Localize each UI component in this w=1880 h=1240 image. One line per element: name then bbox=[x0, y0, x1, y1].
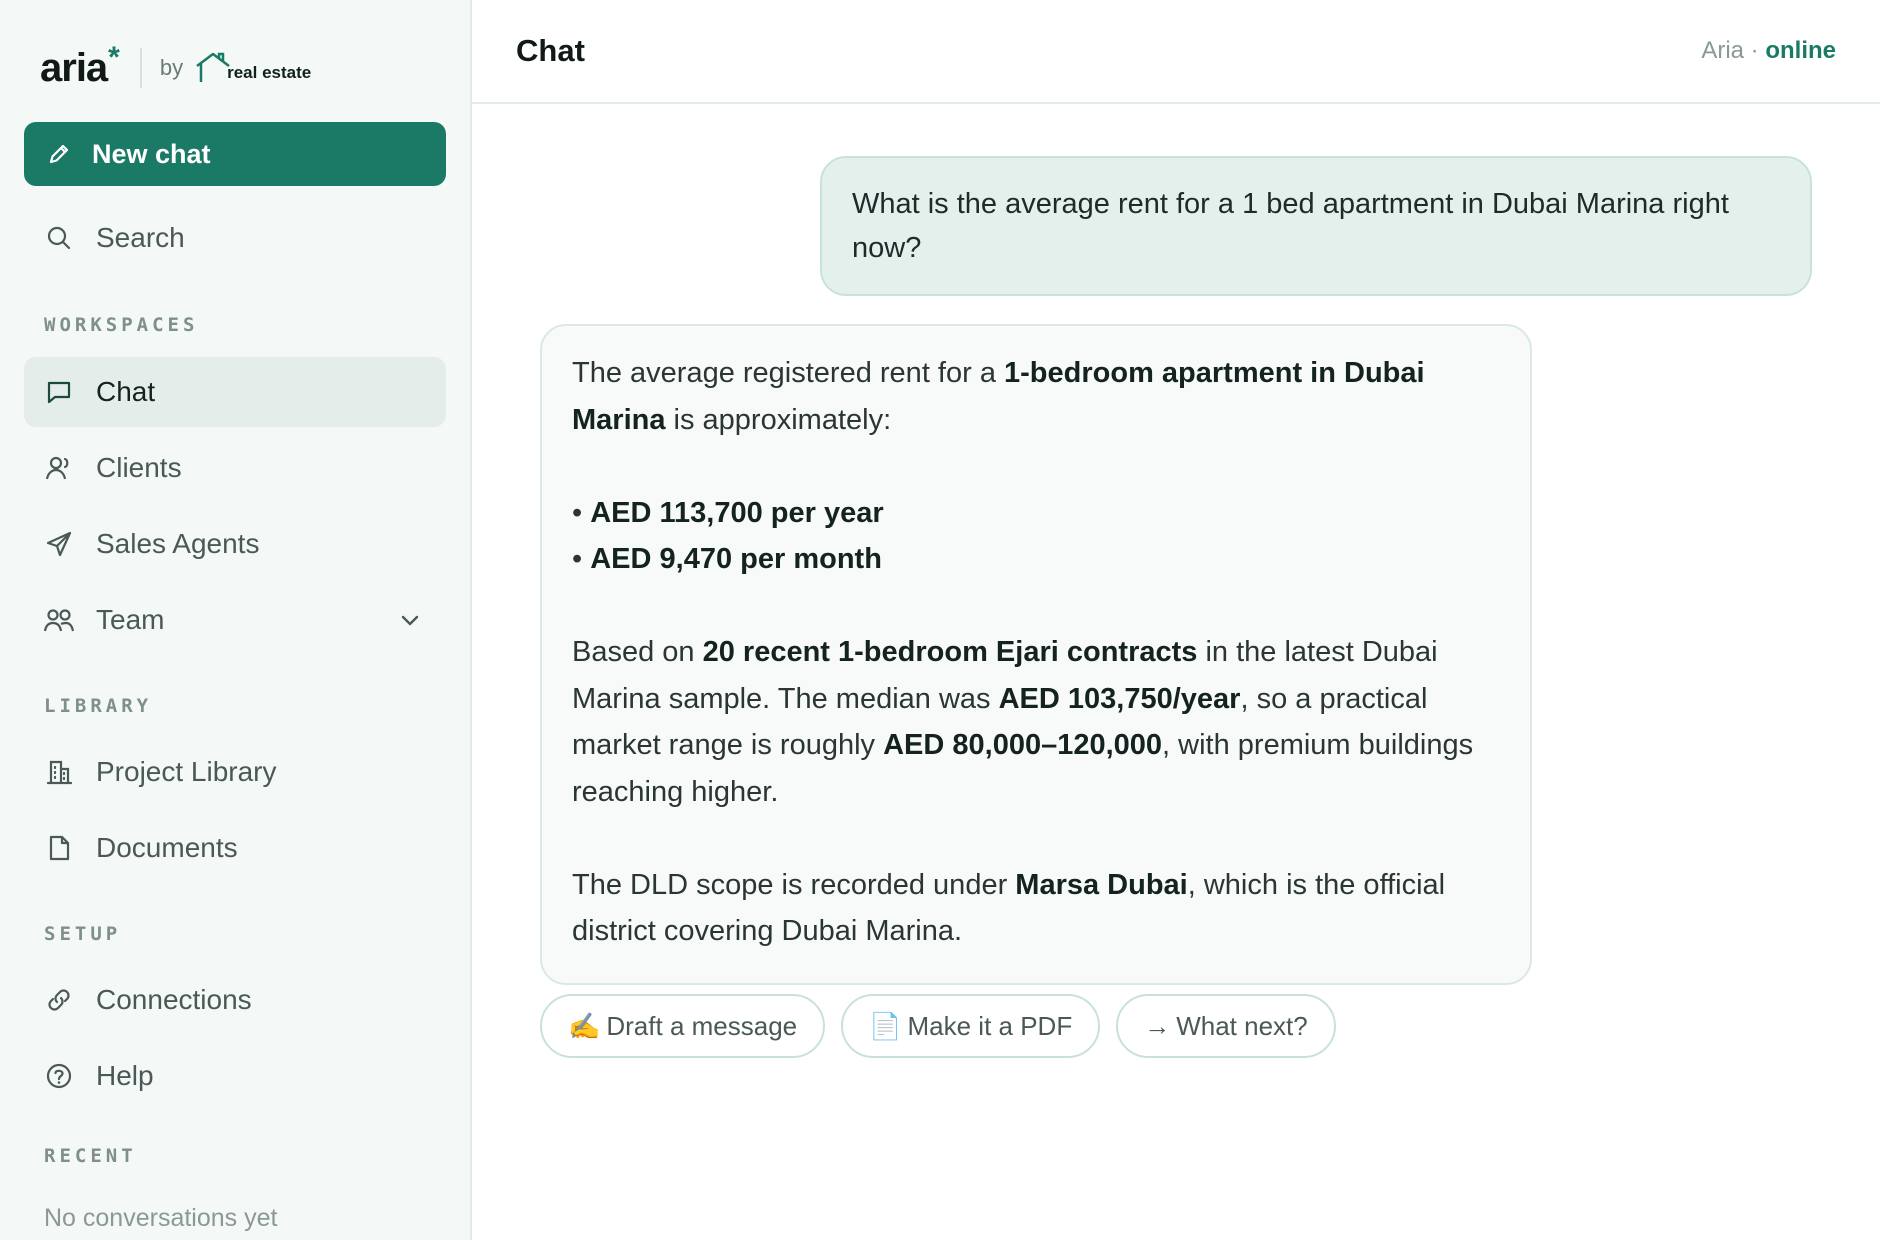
assistant-paragraph: The average registered rent for a 1-bedr… bbox=[572, 350, 1500, 443]
bold-span: AED 103,750/year bbox=[998, 682, 1241, 715]
chat-bubble-icon bbox=[44, 377, 74, 407]
arrow-right-icon: → bbox=[1144, 1010, 1171, 1041]
assistant-status: Aria · online bbox=[1701, 37, 1836, 65]
assistant-paragraph: The DLD scope is recorded under Marsa Du… bbox=[572, 862, 1500, 955]
pencil-icon bbox=[46, 141, 72, 167]
sidebar-item-label: Team bbox=[96, 604, 165, 635]
make-pdf-chip[interactable]: 📄 Make it a PDF bbox=[841, 994, 1101, 1058]
chat-header: Chat Aria · online bbox=[472, 0, 1880, 104]
chip-label: Make it a PDF bbox=[907, 1010, 1073, 1041]
text-span: is approximately: bbox=[665, 403, 892, 436]
page-icon: 📄 bbox=[869, 1010, 902, 1041]
sidebar: aria * by real estate New chat Search WO… bbox=[0, 0, 472, 1240]
sidebar-item-chat[interactable]: Chat bbox=[24, 357, 446, 427]
sidebar-item-label: Chat bbox=[96, 376, 156, 407]
users-icon bbox=[44, 605, 74, 635]
sidebar-item-sales-agents[interactable]: Sales Agents bbox=[24, 509, 446, 579]
sidebar-item-documents[interactable]: Documents bbox=[24, 813, 446, 883]
help-icon bbox=[44, 1061, 74, 1091]
sidebar-item-label: Sales Agents bbox=[96, 528, 260, 559]
section-setup: SETUP bbox=[44, 923, 122, 945]
assistant-paragraph: Based on 20 recent 1-bedroom Ejari contr… bbox=[572, 629, 1500, 815]
sidebar-item-clients[interactable]: Clients bbox=[24, 433, 446, 503]
partner-name: real estate bbox=[227, 63, 312, 82]
link-icon bbox=[44, 985, 74, 1015]
chevron-down-icon[interactable] bbox=[398, 608, 422, 632]
bold-span: 20 recent 1-bedroom Ejari contracts bbox=[702, 636, 1198, 668]
sidebar-item-connections[interactable]: Connections bbox=[24, 965, 446, 1035]
document-icon bbox=[44, 833, 74, 863]
bold-span: AED 80,000–120,000 bbox=[883, 729, 1163, 761]
suggestion-chips: ✍️ Draft a message 📄 Make it a PDF → Wha… bbox=[540, 994, 1336, 1058]
brand-name: aria bbox=[40, 45, 108, 90]
new-chat-label: New chat bbox=[92, 138, 211, 169]
draft-message-chip[interactable]: ✍️ Draft a message bbox=[540, 994, 826, 1058]
section-workspaces: WORKSPACES bbox=[44, 314, 199, 336]
sidebar-item-label: Help bbox=[96, 1060, 154, 1091]
writing-hand-icon: ✍️ bbox=[568, 1010, 601, 1041]
list-item: • AED 113,700 per year bbox=[572, 496, 884, 529]
brand-star: * bbox=[108, 41, 120, 74]
search-label: Search bbox=[96, 222, 185, 253]
sidebar-item-label: Connections bbox=[96, 984, 252, 1015]
status-separator: · bbox=[1744, 37, 1766, 64]
sidebar-item-label: Clients bbox=[96, 452, 182, 483]
chip-label: What next? bbox=[1176, 1010, 1308, 1041]
user-icon bbox=[44, 453, 74, 483]
page-title: Chat bbox=[516, 33, 585, 68]
section-library: LIBRARY bbox=[44, 695, 153, 717]
brand-by: by bbox=[159, 55, 184, 80]
recent-empty-state: No conversations yet bbox=[44, 1204, 278, 1232]
sidebar-item-label: Project Library bbox=[96, 756, 277, 787]
new-chat-button[interactable]: New chat bbox=[24, 122, 446, 186]
chip-label: Draft a message bbox=[606, 1010, 798, 1041]
sidebar-item-help[interactable]: Help bbox=[24, 1041, 446, 1111]
assistant-name: Aria bbox=[1701, 37, 1744, 64]
assistant-message: The average registered rent for a 1-bedr… bbox=[540, 324, 1532, 985]
status-badge: online bbox=[1765, 37, 1836, 64]
bullet-text: AED 113,700 per year bbox=[590, 496, 884, 529]
sidebar-item-project-library[interactable]: Project Library bbox=[24, 737, 446, 807]
partner-logo: real estate bbox=[193, 48, 311, 88]
bold-span: Marsa Dubai bbox=[1015, 868, 1188, 901]
brand-logo[interactable]: aria * by real estate bbox=[40, 41, 311, 92]
text-span: The average registered rent for a bbox=[572, 357, 1005, 389]
text-span: Based on bbox=[572, 636, 703, 668]
send-icon bbox=[44, 529, 74, 559]
brand-divider bbox=[139, 48, 142, 88]
list-item: • AED 9,470 per month bbox=[572, 543, 882, 575]
what-next-chip[interactable]: → What next? bbox=[1116, 994, 1336, 1058]
section-recent: RECENT bbox=[44, 1145, 137, 1167]
text-span: The DLD scope is recorded under bbox=[572, 868, 1016, 901]
user-message: What is the average rent for a 1 bed apa… bbox=[820, 156, 1812, 296]
search-icon bbox=[44, 223, 74, 253]
sidebar-item-label: Documents bbox=[96, 832, 238, 863]
search-button[interactable]: Search bbox=[24, 203, 446, 273]
chat-main: Chat Aria · online What is the average r… bbox=[472, 0, 1880, 1240]
sidebar-item-team[interactable]: Team bbox=[24, 585, 446, 655]
bullet-text: AED 9,470 per month bbox=[590, 543, 882, 575]
building-icon bbox=[44, 757, 74, 787]
